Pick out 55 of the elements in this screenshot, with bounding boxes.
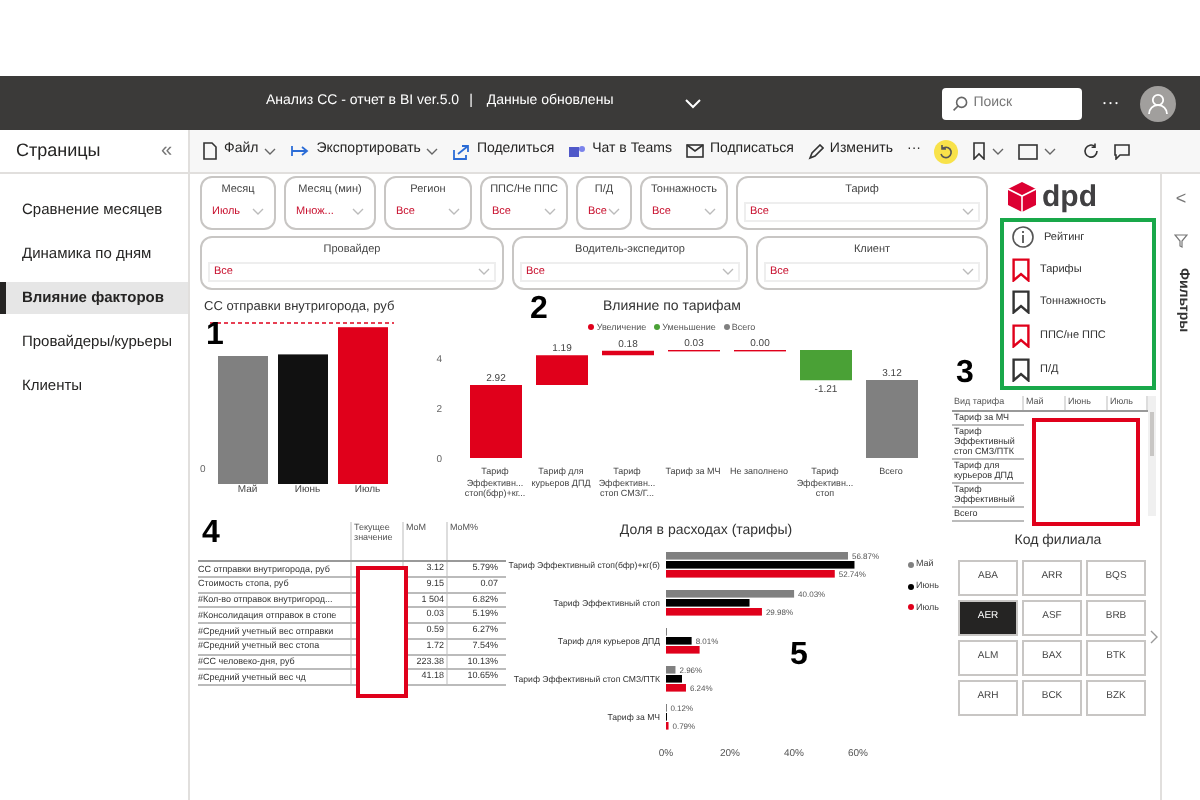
waterfall-bar: [866, 380, 918, 459]
window-icon: [1018, 143, 1039, 159]
callout-number: 5: [790, 640, 808, 672]
document-icon: [202, 142, 218, 160]
caret-icon: [722, 268, 734, 277]
pages-heading: Страницы: [16, 137, 101, 164]
teams-icon: [568, 143, 587, 159]
avatar-icon[interactable]: [1139, 85, 1176, 121]
waterfall-bar: [536, 355, 588, 386]
filter-icon: [1174, 233, 1188, 247]
callout-number: 2: [530, 294, 548, 326]
more-button[interactable]: ···: [1101, 89, 1120, 117]
cube-icon: [1008, 181, 1036, 211]
caret-icon: [704, 208, 716, 217]
view-button[interactable]: [1018, 143, 1057, 159]
callout-number: 1: [206, 320, 224, 352]
callout-number: 4: [202, 518, 220, 550]
share-icon: [452, 143, 471, 159]
logo-text: dpd: [1042, 181, 1097, 211]
caret-icon: [962, 208, 974, 217]
arrow-icon: [290, 144, 311, 158]
undo-button[interactable]: [934, 139, 959, 163]
collapse-button[interactable]: «: [160, 136, 172, 166]
collapse-button[interactable]: <: [1175, 186, 1187, 213]
caret-icon: [608, 208, 620, 217]
comment-icon: [1114, 143, 1131, 159]
info-icon: [1012, 226, 1034, 249]
chevron-right-icon[interactable]: [1150, 630, 1158, 644]
caret-icon: [1044, 147, 1057, 155]
highlight-frame: [356, 566, 408, 698]
refresh-icon: [1082, 142, 1101, 160]
caret-icon: [992, 147, 1005, 155]
search-icon: [951, 95, 968, 111]
caret-icon: [544, 208, 556, 217]
caret-icon: [264, 147, 277, 155]
waterfall-bar: [470, 385, 522, 459]
caret-icon: [478, 268, 490, 277]
caret-icon: [426, 147, 439, 155]
callout-number: 3: [956, 358, 974, 390]
chevron-icon[interactable]: [683, 97, 702, 109]
caret-icon: [448, 208, 460, 217]
bookmark-icon: [972, 142, 987, 160]
comment-button[interactable]: [1114, 143, 1131, 159]
pencil-icon: [807, 143, 824, 159]
caret-icon: [352, 208, 364, 217]
caret-icon: [252, 208, 264, 217]
refresh-button[interactable]: [1082, 142, 1101, 160]
waterfall-bar: [602, 351, 654, 356]
waterfall-bar: [800, 350, 852, 381]
envelope-icon: [685, 144, 704, 158]
bookmark-button[interactable]: [972, 142, 1005, 160]
undo-icon: [934, 139, 959, 163]
caret-icon: [962, 268, 974, 277]
highlight-frame: [1032, 418, 1140, 526]
scrollbar: [1148, 396, 1156, 516]
